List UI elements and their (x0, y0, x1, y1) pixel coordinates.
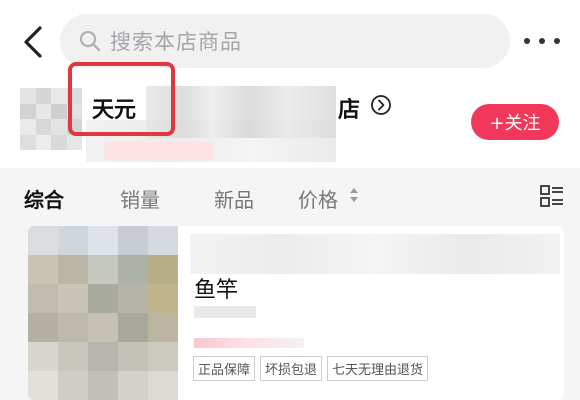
list-layout-icon[interactable] (540, 184, 564, 208)
tab-price[interactable]: 价格 (298, 184, 338, 213)
search-placeholder: 搜索本店商品 (110, 30, 242, 54)
chevron-right-circle-icon[interactable] (370, 94, 392, 116)
blurred-info (104, 142, 214, 160)
blurred-price (194, 338, 304, 348)
product-tag: 七天无理由退货 (327, 356, 429, 381)
product-tag: 坏损包退 (260, 356, 323, 381)
search-icon (79, 30, 101, 52)
follow-button[interactable]: +关注 (471, 104, 559, 140)
tab-new[interactable]: 新品 (214, 184, 254, 213)
sort-arrows-icon (350, 188, 358, 202)
product-tags: 正品保障 坏损包退 七天无理由退货 (193, 356, 429, 381)
blurred-info (190, 234, 560, 274)
more-dots-icon[interactable] (524, 30, 560, 52)
tab-comprehensive[interactable]: 综合 (24, 184, 64, 213)
highlight-annotation (68, 62, 175, 136)
search-input[interactable]: 搜索本店商品 (60, 14, 510, 68)
product-image (28, 226, 178, 400)
back-icon[interactable] (18, 22, 48, 62)
store-name-suffix[interactable]: 店 (338, 92, 360, 124)
blurred-info (194, 306, 256, 318)
product-tag: 正品保障 (193, 356, 256, 381)
tab-sales[interactable]: 销量 (120, 184, 160, 213)
sort-tabs: 综合 销量 新品 价格 (0, 168, 580, 224)
product-title[interactable]: 鱼竿 (194, 272, 238, 304)
